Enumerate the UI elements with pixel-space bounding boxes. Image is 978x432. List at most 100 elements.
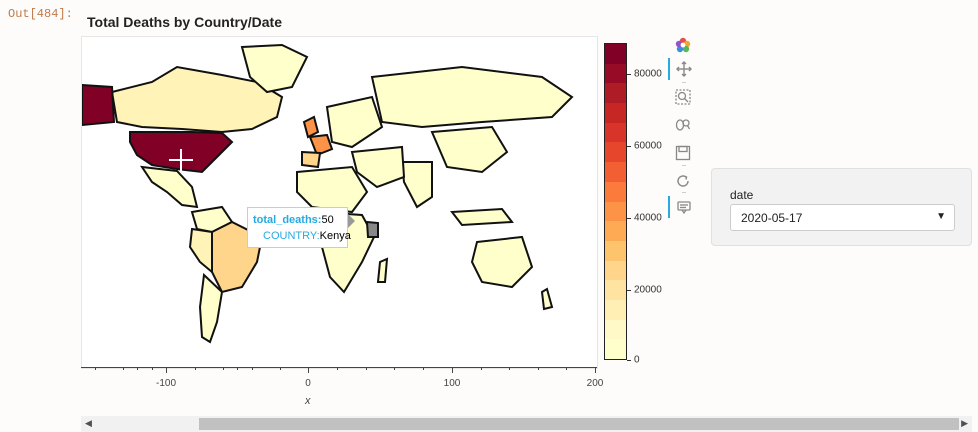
country-indonesia bbox=[450, 207, 514, 227]
toolbar-separator bbox=[682, 82, 686, 83]
x-minor-tick bbox=[137, 367, 138, 370]
country-madagascar bbox=[376, 257, 389, 283]
country-australia bbox=[470, 235, 534, 289]
colorbar-band bbox=[605, 142, 626, 163]
cell-output-prompt: Out[484]: bbox=[8, 7, 73, 21]
colorbar-band bbox=[605, 221, 626, 241]
colorbar-band bbox=[605, 319, 626, 340]
tooltip-row: total_deaths:50 bbox=[253, 212, 347, 228]
colorbar-tick-label: 80000 bbox=[634, 68, 662, 80]
x-axis-label: x bbox=[305, 395, 311, 407]
tooltip-value: 50 bbox=[321, 214, 334, 226]
chevron-down-icon: ▼ bbox=[936, 211, 946, 222]
colorbar-band bbox=[605, 162, 626, 182]
country-uk bbox=[302, 115, 320, 139]
colorbar-band bbox=[605, 299, 626, 320]
pan-tool-icon[interactable] bbox=[668, 58, 698, 80]
x-minor-tick bbox=[252, 367, 253, 370]
colorbar-band bbox=[605, 44, 626, 64]
colorbar-tick bbox=[627, 290, 631, 291]
x-minor-tick bbox=[481, 367, 482, 370]
x-minor-tick bbox=[366, 367, 367, 370]
x-tick-label: 200 bbox=[586, 378, 604, 389]
x-tick-label: -100 bbox=[155, 378, 177, 389]
x-minor-tick bbox=[423, 367, 424, 370]
date-widget-panel: date 2020-05-17 ▼ bbox=[711, 168, 972, 246]
country-europe-east bbox=[325, 95, 384, 149]
x-minor-tick bbox=[123, 367, 124, 370]
country-new-zealand bbox=[540, 287, 554, 311]
colorbar-tick bbox=[627, 218, 631, 219]
x-minor-tick bbox=[509, 367, 510, 370]
colorbar-band bbox=[605, 103, 626, 123]
horizontal-scrollbar[interactable]: ◀ ▶ bbox=[81, 416, 972, 432]
colorbar-band bbox=[605, 339, 626, 359]
colorbar-band bbox=[605, 201, 626, 222]
scrollbar-thumb[interactable] bbox=[199, 418, 959, 430]
colorbar-tick-label: 0 bbox=[634, 354, 640, 366]
hover-tooltip: total_deaths:50 COUNTRY:Kenya bbox=[247, 207, 351, 248]
bokeh-toolbar bbox=[668, 34, 698, 234]
colorbar-tick bbox=[627, 74, 631, 75]
country-china bbox=[430, 125, 509, 174]
country-india bbox=[400, 161, 433, 209]
tooltip-value: Kenya bbox=[319, 230, 351, 242]
x-minor-tick bbox=[337, 367, 338, 370]
scroll-left-icon[interactable]: ◀ bbox=[85, 418, 92, 429]
date-select[interactable]: 2020-05-17 ▼ bbox=[730, 204, 955, 231]
toolbar-separator bbox=[682, 192, 686, 193]
colorbar-tick-label: 60000 bbox=[634, 140, 662, 152]
tooltip-row: COUNTRY:Kenya bbox=[253, 228, 351, 244]
bokeh-logo-icon[interactable] bbox=[668, 34, 698, 56]
colorbar-tick-label: 40000 bbox=[634, 212, 662, 224]
colorbar-band bbox=[605, 83, 626, 104]
country-kenya bbox=[365, 220, 379, 238]
x-major-tick bbox=[452, 367, 453, 373]
x-minor-tick bbox=[280, 367, 281, 370]
map-plot-area[interactable] bbox=[81, 36, 598, 369]
colorbar-tick bbox=[627, 146, 631, 147]
x-minor-tick bbox=[237, 367, 238, 370]
country-africa-north bbox=[296, 165, 369, 214]
x-major-tick bbox=[308, 367, 309, 373]
world-map bbox=[82, 43, 574, 344]
x-minor-tick bbox=[566, 367, 567, 370]
box-zoom-tool-icon[interactable] bbox=[668, 86, 698, 108]
colorbar-band bbox=[605, 181, 626, 202]
plot-title: Total Deaths by Country/Date bbox=[87, 14, 282, 30]
colorbar-band bbox=[605, 260, 626, 281]
country-alaska bbox=[82, 83, 116, 127]
tooltip-key: COUNTRY: bbox=[263, 230, 320, 242]
x-minor-tick bbox=[394, 367, 395, 370]
x-minor-tick bbox=[152, 367, 153, 370]
country-spain bbox=[301, 150, 322, 169]
save-tool-icon[interactable] bbox=[668, 142, 698, 164]
x-major-tick bbox=[166, 367, 167, 373]
country-peru bbox=[188, 227, 213, 275]
hover-tool-icon[interactable] bbox=[668, 196, 698, 218]
x-tick-label: 100 bbox=[443, 378, 461, 389]
x-minor-tick bbox=[95, 367, 96, 370]
x-axis-line bbox=[81, 367, 597, 368]
x-minor-tick bbox=[195, 367, 196, 370]
scroll-right-icon[interactable]: ▶ bbox=[961, 418, 968, 429]
colorbar-tick bbox=[627, 360, 631, 361]
x-minor-tick bbox=[223, 367, 224, 370]
x-major-tick bbox=[595, 367, 596, 373]
date-select-label: date bbox=[730, 188, 754, 202]
x-tick-label: 0 bbox=[305, 378, 311, 389]
reset-tool-icon[interactable] bbox=[668, 170, 698, 192]
tooltip-key: total_deaths: bbox=[253, 214, 322, 226]
colorbar-band bbox=[605, 280, 626, 300]
country-mexico bbox=[139, 165, 199, 209]
colorbar-tick-label: 20000 bbox=[634, 284, 662, 296]
tooltip-caret bbox=[348, 214, 355, 228]
date-select-value: 2020-05-17 bbox=[741, 211, 803, 225]
colorbar-band bbox=[605, 63, 626, 84]
colorbar-band bbox=[605, 122, 626, 143]
toolbar-separator bbox=[682, 165, 686, 166]
country-russia bbox=[370, 65, 574, 129]
x-minor-tick bbox=[538, 367, 539, 370]
color-bar bbox=[604, 43, 627, 360]
wheel-zoom-tool-icon[interactable] bbox=[668, 114, 698, 136]
